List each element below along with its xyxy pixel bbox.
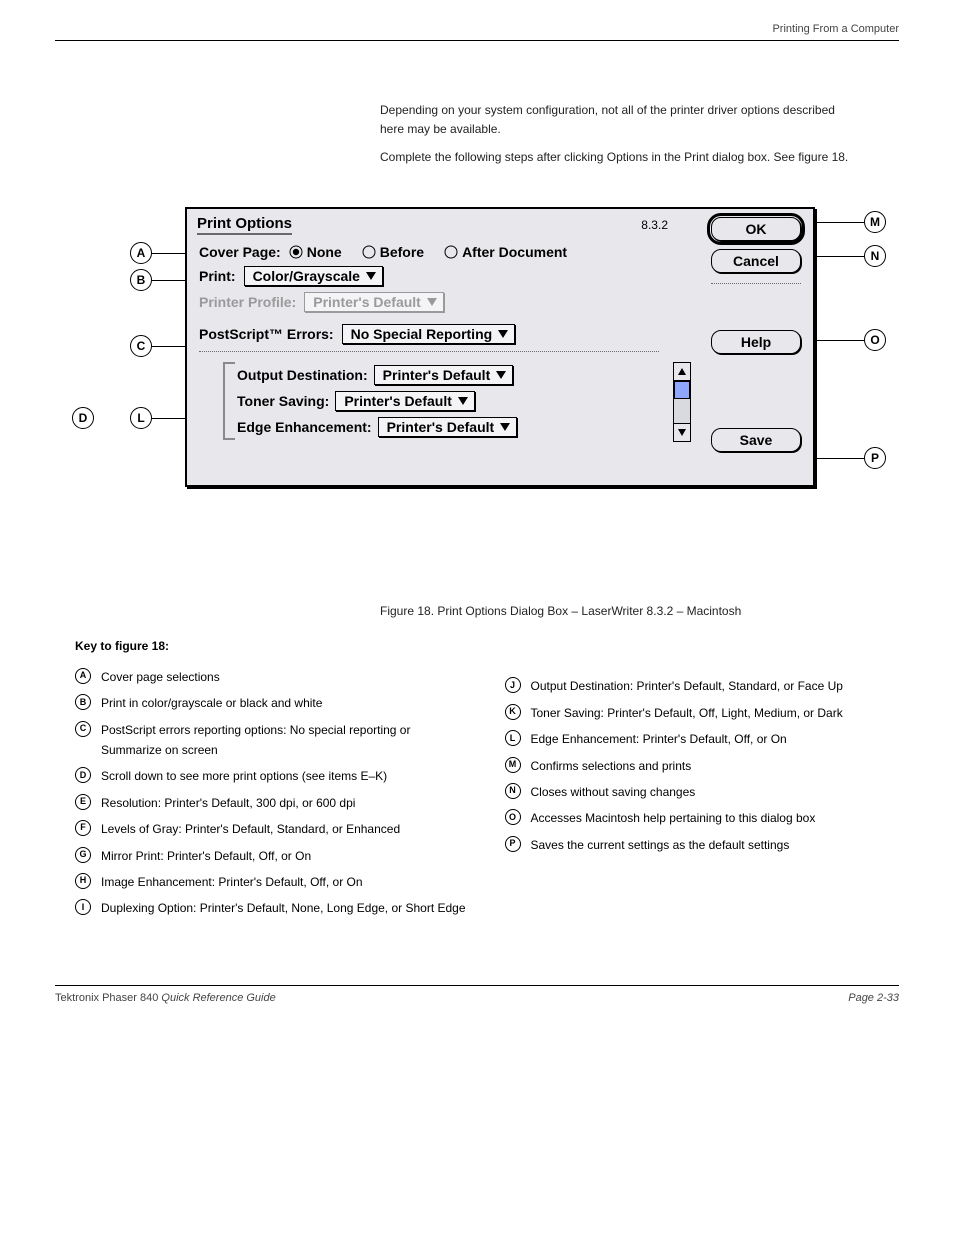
figure-caption: Figure 18. Print Options Dialog Box – La… <box>380 602 860 621</box>
legend-item: B Print in color/grayscale or black and w… <box>75 693 470 713</box>
edge-enh-label: Edge Enhancement: <box>237 419 372 435</box>
legend-text: Duplexing Option: Printer's Default, Non… <box>101 898 470 918</box>
legend-letter: C <box>75 721 91 737</box>
chevron-down-icon <box>366 272 376 280</box>
legend-item: L Edge Enhancement: Printer's Default, Of… <box>505 729 900 749</box>
toner-saving-dropdown[interactable]: Printer's Default <box>335 391 475 411</box>
cover-page-before[interactable]: Before <box>362 244 424 260</box>
scroll-up-button[interactable] <box>674 363 690 381</box>
printer-profile-dropdown: Printer's Default <box>304 292 444 312</box>
chevron-down-icon <box>500 423 510 431</box>
cover-page-label: Cover Page: <box>199 244 281 260</box>
callout-P: P <box>864 447 886 469</box>
scroll-down-button[interactable] <box>674 423 690 441</box>
legend-text: Toner Saving: Printer's Default, Off, Li… <box>531 703 900 723</box>
dialog-title: Print Options <box>197 215 292 235</box>
footer-right: Page 2-33 <box>848 992 899 1004</box>
print-dropdown[interactable]: Color/Grayscale <box>244 266 383 286</box>
legend-item: N Closes without saving changes <box>505 782 900 802</box>
legend-letter: K <box>505 704 521 720</box>
legend-text: Resolution: Printer's Default, 300 dpi, … <box>101 793 470 813</box>
legend-letter: I <box>75 899 91 915</box>
output-dest-label: Output Destination: <box>237 367 368 383</box>
triangle-down-icon <box>678 429 686 436</box>
callout-L: L <box>130 407 152 429</box>
footer-left: Tektronix Phaser 840 Quick Reference Gui… <box>55 992 276 1004</box>
output-dest-dropdown[interactable]: Printer's Default <box>374 365 514 385</box>
legend-letter: M <box>505 757 521 773</box>
dialog-version: 8.3.2 <box>641 218 668 232</box>
chevron-down-icon <box>458 397 468 405</box>
legend-item: F Levels of Gray: Printer's Default, Stan… <box>75 819 470 839</box>
legend-letter: E <box>75 794 91 810</box>
legend-item: E Resolution: Printer's Default, 300 dpi,… <box>75 793 470 813</box>
toner-saving-label: Toner Saving: <box>237 393 329 409</box>
callout-B: B <box>130 269 152 291</box>
callout-O: O <box>864 329 886 351</box>
callout-N: N <box>864 245 886 267</box>
callout-M: M <box>864 211 886 233</box>
triangle-up-icon <box>678 368 686 375</box>
print-options-dialog: OK Cancel Help Save Print Options 8.3.2 … <box>185 207 815 487</box>
legend-item: D Scroll down to see more print options (… <box>75 766 470 786</box>
legend-letter: O <box>505 809 521 825</box>
legend-text: Confirms selections and prints <box>531 756 900 776</box>
legend-item: M Confirms selections and prints <box>505 756 900 776</box>
chevron-down-icon <box>498 330 508 338</box>
legend-letter: B <box>75 694 91 710</box>
scroll-thumb[interactable] <box>674 381 690 399</box>
printer-profile-label: Printer Profile: <box>199 294 296 310</box>
scrollable-options-group: Output Destination: Printer's Default To… <box>237 362 667 440</box>
callout-C: C <box>130 335 152 357</box>
legend-item: A Cover page selections <box>75 667 470 687</box>
chevron-down-icon <box>496 371 506 379</box>
legend-letter: D <box>75 767 91 783</box>
legend-letter: P <box>505 836 521 852</box>
cover-page-after[interactable]: After Document <box>444 244 567 260</box>
legend-letter: H <box>75 873 91 889</box>
legend-text: Levels of Gray: Printer's Default, Stand… <box>101 819 470 839</box>
legend-item: H Image Enhancement: Printer's Default, O… <box>75 872 470 892</box>
legend-item: K Toner Saving: Printer's Default, Off, L… <box>505 703 900 723</box>
legend-text: Saves the current settings as the defaul… <box>531 835 900 855</box>
callout-A: A <box>130 242 152 264</box>
legend-item: I Duplexing Option: Printer's Default, No… <box>75 898 470 918</box>
legend-letter: N <box>505 783 521 799</box>
chevron-down-icon <box>427 298 437 306</box>
print-label: Print: <box>199 268 236 284</box>
legend-item: P Saves the current settings as the defau… <box>505 835 900 855</box>
legend-text: Mirror Print: Printer's Default, Off, or… <box>101 846 470 866</box>
legend-text: Print in color/grayscale or black and wh… <box>101 693 470 713</box>
legend-letter: G <box>75 847 91 863</box>
legend-letter: F <box>75 820 91 836</box>
legend-item: J Output Destination: Printer's Default, … <box>505 676 900 696</box>
legend-letter: A <box>75 668 91 684</box>
legend-letter: J <box>505 677 521 693</box>
ps-errors-label: PostScript™ Errors: <box>199 326 334 342</box>
legend-item: C PostScript errors reporting options: No… <box>75 720 470 761</box>
legend-letter: L <box>505 730 521 746</box>
group-bracket-icon <box>223 362 235 440</box>
page-header-right: Printing From a Computer <box>772 23 899 35</box>
legend-text: PostScript errors reporting options: No … <box>101 720 470 761</box>
legend-text: Closes without saving changes <box>531 782 900 802</box>
cover-page-none[interactable]: None <box>289 244 342 260</box>
legend-text: Scroll down to see more print options (s… <box>101 766 470 786</box>
options-scrollbar[interactable] <box>673 362 691 442</box>
legend-text: Edge Enhancement: Printer's Default, Off… <box>531 729 900 749</box>
legend-text: Output Destination: Printer's Default, S… <box>531 676 900 696</box>
legend-item: G Mirror Print: Printer's Default, Off, o… <box>75 846 470 866</box>
legend-text: Cover page selections <box>101 667 470 687</box>
edge-enh-dropdown[interactable]: Printer's Default <box>378 417 518 437</box>
legend-text: Image Enhancement: Printer's Default, Of… <box>101 872 470 892</box>
callout-D: D <box>72 407 94 429</box>
legend-text: Accesses Macintosh help pertaining to th… <box>531 808 900 828</box>
intro-text: Depending on your system configuration, … <box>380 101 860 167</box>
legend-item: O Accesses Macintosh help pertaining to t… <box>505 808 900 828</box>
legend-header: Key to figure 18: <box>75 636 470 656</box>
ps-errors-dropdown[interactable]: No Special Reporting <box>342 324 516 344</box>
